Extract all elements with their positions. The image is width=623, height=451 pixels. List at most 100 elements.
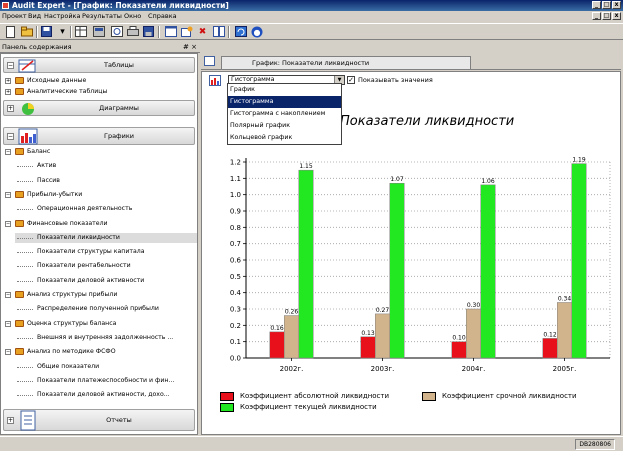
mdi-restore-button[interactable]: □ — [602, 12, 611, 20]
tree-item[interactable]: Внешняя и внутренняя задолженность ... — [15, 333, 197, 343]
document-tab[interactable]: График: Показатели ликвидности — [221, 56, 471, 69]
tree-item-label: Анализ структуры прибыли — [27, 291, 118, 298]
tree-item-label: Анализ по методике ФСФО — [27, 348, 116, 356]
tree-item[interactable]: Операционная деятельность — [15, 204, 197, 214]
dropdown-option[interactable]: График — [228, 84, 341, 96]
tree-connector — [17, 237, 33, 239]
tree-item[interactable]: Показатели деловой активности — [15, 276, 197, 286]
collapse-icon[interactable]: − — [7, 133, 14, 140]
tree-item-label: Показатели платежеспособности и фин... — [37, 376, 175, 384]
menu-results[interactable]: Результаты — [82, 11, 122, 22]
group-diagrams[interactable]: + Диаграммы — [3, 100, 195, 116]
save-icon[interactable] — [40, 26, 53, 38]
toolbar: ▾ ✖ ● — [0, 23, 623, 40]
tree-item[interactable]: Показатели рентабельности — [15, 261, 197, 271]
bar — [298, 169, 314, 359]
bar-value-label: 0.12 — [543, 331, 557, 338]
tree-item-label: Внешняя и внутренняя задолженность ... — [37, 333, 174, 341]
new-file-icon[interactable] — [4, 26, 17, 38]
menu-view[interactable]: Вид — [28, 11, 41, 22]
tree-item-label: Показатели деловой активности — [37, 276, 145, 284]
open-folder-icon[interactable] — [20, 26, 33, 38]
collapse-icon[interactable]: − — [5, 220, 11, 227]
tree-item[interactable]: Показатели платежеспособности и фин... — [15, 376, 197, 386]
tree-connector — [17, 166, 33, 168]
new-window-icon[interactable] — [180, 26, 193, 38]
mdi-minimize-button[interactable]: _ — [592, 12, 601, 20]
tree-connector — [17, 209, 33, 211]
bar-value-label: 0.10 — [452, 335, 466, 342]
pie-chart-icon — [22, 103, 34, 115]
close-window-icon[interactable]: ✖ — [196, 26, 209, 38]
panel-buttons[interactable]: # × — [183, 41, 197, 53]
y-tick-label: 0.6 — [230, 257, 242, 265]
tree-item-label: Прибыли-убытки — [27, 190, 83, 198]
y-tick-label: 0.5 — [230, 273, 241, 281]
x-tick-label: 2002г. — [280, 365, 304, 373]
group-diagrams-label: Диаграммы — [99, 104, 139, 112]
tree-item[interactable]: Актив — [15, 161, 197, 171]
bar-value-label: 0.16 — [270, 325, 284, 332]
grid-icon[interactable] — [92, 26, 105, 38]
mdi-close-button[interactable]: x — [612, 12, 621, 20]
tree-item[interactable]: Показатели ликвидности — [15, 232, 197, 243]
window-icon[interactable] — [164, 26, 177, 38]
minimize-button[interactable]: _ — [592, 1, 601, 9]
legend-label: Коэффициент абсолютной ликвидности — [240, 392, 390, 400]
preview-icon[interactable] — [110, 26, 123, 38]
dropdown-option[interactable]: Кольцевой график — [228, 132, 341, 144]
svg-text:●: ● — [253, 28, 260, 37]
help-icon[interactable]: ● — [250, 26, 263, 38]
tree-item-label: Оценка структуры баланса — [27, 319, 117, 327]
print-icon[interactable] — [126, 26, 139, 38]
bar — [451, 341, 467, 359]
menu-settings[interactable]: Настройка — [44, 11, 80, 22]
x-tick-label: 2003г. — [371, 365, 395, 373]
bar-value-label: 0.27 — [376, 307, 390, 314]
refresh-icon[interactable] — [234, 26, 247, 38]
dropdown-option[interactable]: Полярный график — [228, 120, 341, 132]
tree-item[interactable]: Пассив — [15, 176, 197, 186]
collapse-icon[interactable]: − — [5, 349, 11, 356]
group-tables[interactable]: − Таблицы — [3, 57, 195, 73]
expand-icon[interactable]: + — [7, 417, 14, 424]
tree-item-label: Операционная деятельность — [37, 205, 133, 213]
menu-window[interactable]: Окно — [124, 11, 141, 22]
collapse-icon[interactable]: − — [7, 62, 14, 69]
close-button[interactable]: x — [612, 1, 621, 9]
tree-item[interactable]: Распределение полученной прибыли — [15, 304, 197, 314]
group-reports[interactable]: + Отчеты — [3, 409, 195, 431]
tree-item[interactable]: Показатели деловой активности, дохо... — [15, 390, 197, 400]
x-tick-label: 2005г. — [553, 365, 577, 373]
menu-help[interactable]: Справка — [148, 11, 177, 22]
collapse-icon[interactable]: − — [5, 191, 11, 198]
tree-item[interactable]: Общие показатели — [15, 362, 197, 372]
maximize-button[interactable]: □ — [602, 1, 611, 9]
collapse-icon[interactable]: − — [5, 292, 11, 298]
folder-icon — [15, 88, 24, 95]
expand-icon[interactable]: + — [5, 89, 11, 95]
dropdown-option[interactable]: Гистограмма — [228, 96, 341, 108]
tree-item[interactable]: Показатели структуры капитала — [15, 247, 197, 257]
tree-item-label: Показатели ликвидности — [37, 233, 120, 241]
menu-project[interactable]: Проект — [2, 11, 27, 22]
collapse-icon[interactable]: − — [5, 320, 11, 327]
status-text: DB280806 — [575, 439, 615, 450]
y-tick-label: 0.1 — [230, 338, 241, 346]
tile-windows-icon[interactable] — [212, 26, 225, 38]
group-graphs[interactable]: − Графики — [3, 127, 195, 145]
tree-item-label: Показатели деловой активности, дохо... — [37, 391, 170, 399]
y-tick-label: 1.0 — [230, 191, 241, 199]
group-tables-label: Таблицы — [104, 61, 134, 69]
bar — [557, 302, 572, 359]
collapse-icon[interactable]: − — [5, 149, 11, 155]
table-icon[interactable] — [74, 26, 87, 38]
disk-icon[interactable] — [142, 26, 155, 38]
folder-icon — [15, 77, 24, 84]
app-icon — [2, 2, 9, 9]
expand-icon[interactable]: + — [5, 78, 11, 84]
folder-icon — [15, 348, 24, 356]
dropdown-arrow-icon[interactable]: ▾ — [56, 26, 69, 38]
dropdown-option[interactable]: Гистограмма с накоплением — [228, 108, 341, 120]
expand-icon[interactable]: + — [7, 105, 14, 112]
